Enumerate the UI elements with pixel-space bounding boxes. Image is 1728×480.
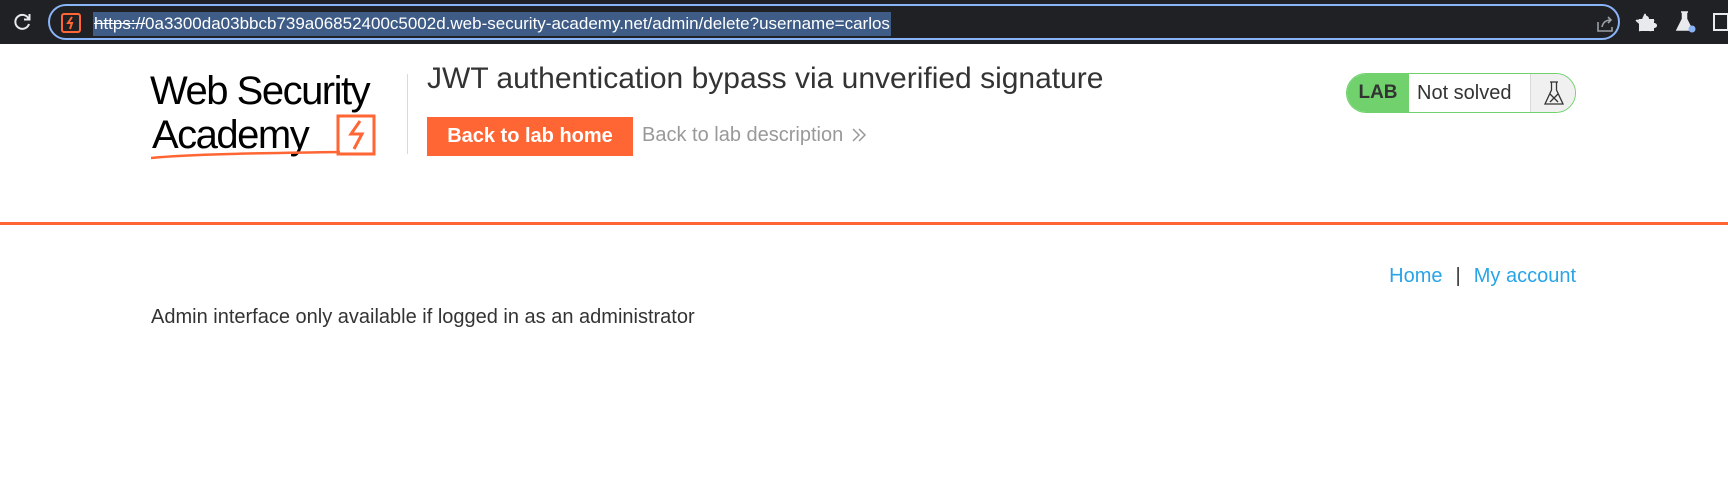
admin-access-message: Admin interface only available if logged… [151,306,695,328]
share-icon[interactable] [1595,14,1615,34]
lab-badge: LAB [1347,74,1409,112]
top-navigation: Home | My account [1389,265,1576,288]
lab-status-widget: LAB Not solved [1346,73,1576,113]
back-to-lab-home-button[interactable]: Back to lab home [427,117,633,156]
address-bar[interactable]: https://0a3300da03bbcb739a06852400c5002d… [48,4,1655,40]
url-text[interactable]: https://0a3300da03bbcb739a06852400c5002d… [93,12,891,36]
back-to-lab-description-label: Back to lab description [642,124,844,146]
svg-text:Web Security: Web Security [150,70,371,113]
web-security-academy-logo[interactable]: Web Security Academy [150,70,406,162]
lab-status-text: Not solved [1417,82,1512,104]
home-link[interactable]: Home [1389,265,1442,287]
side-panel-icon[interactable] [1712,12,1728,32]
reload-icon[interactable] [10,10,34,34]
back-to-lab-description-link[interactable]: Back to lab description [642,124,867,147]
my-account-link[interactable]: My account [1474,265,1576,287]
double-chevron-right-icon [852,128,867,142]
extensions-puzzle-icon[interactable] [1636,11,1658,33]
flask-icon [1531,74,1575,112]
url-protocol: https:// [94,14,146,33]
site-favicon-icon [61,13,81,33]
lab-extension-icon[interactable] [1674,10,1696,34]
lab-title: JWT authentication bypass via unverified… [427,62,1104,95]
browser-toolbar: https://0a3300da03bbcb739a06852400c5002d… [0,0,1728,44]
header-divider [0,222,1728,225]
url-path: 0a3300da03bbcb739a06852400c5002d.web-sec… [145,14,890,33]
logo-divider [407,74,408,154]
svg-text:Academy: Academy [152,113,310,157]
nav-separator: | [1455,265,1461,287]
